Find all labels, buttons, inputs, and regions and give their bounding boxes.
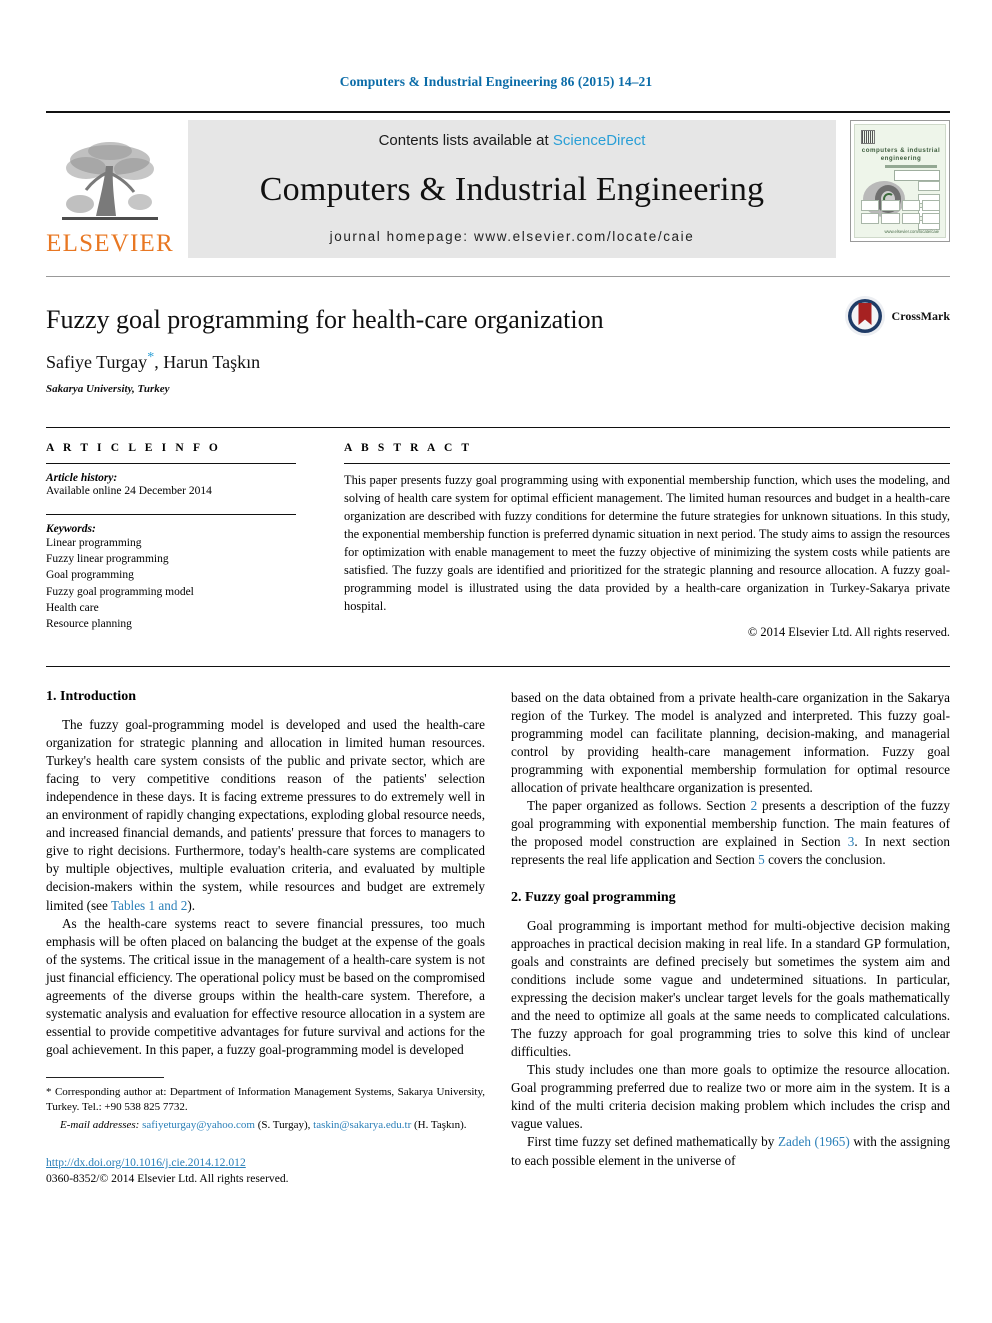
affiliation: Sakarya University, Turkey — [46, 382, 170, 395]
fgp-paragraph-3: First time fuzzy set defined mathematica… — [511, 1133, 950, 1169]
crossmark-badge[interactable]: CrossMark — [844, 295, 950, 337]
journal-cover-thumbnail[interactable]: computers & industrial engineering www.e… — [850, 120, 950, 242]
article-info-rule — [46, 462, 296, 464]
section-link-5[interactable]: 5 — [758, 852, 765, 867]
keywords-label: Keywords: — [46, 522, 96, 535]
keyword-item: Fuzzy linear programming — [46, 553, 169, 566]
journal-masthead: ELSEVIER Contents lists available at Sci… — [46, 111, 950, 258]
section-heading-fuzzy-goal-programming: 2. Fuzzy goal programming — [511, 889, 676, 905]
keyword-item: Resource planning — [46, 618, 132, 631]
article-history-label: Article history: — [46, 471, 118, 484]
right-column: based on the data obtained from a privat… — [511, 689, 950, 1188]
elsevier-tree-icon — [62, 142, 158, 220]
email-owner-1: (S. Turgay), — [254, 1118, 314, 1131]
abstract-copyright: © 2014 Elsevier Ltd. All rights reserved… — [747, 624, 950, 639]
crossmark-label: CrossMark — [891, 308, 950, 323]
right-p2-d: covers the conclusion. — [764, 852, 886, 868]
author-rest: , Harun Taşkın — [154, 351, 261, 372]
cover-bottom-boxes — [861, 200, 940, 224]
author-list: Safiye Turgay*, Harun Taşkın — [46, 350, 950, 373]
email-addresses-note: E-mail addresses: safiyeturgay@yahoo.com… — [46, 1118, 485, 1133]
keyword-item: Goal programming — [46, 569, 134, 582]
doi-link[interactable]: http://dx.doi.org/10.1016/j.cie.2014.12.… — [46, 1155, 485, 1171]
fgp-p3-a: First time fuzzy set defined mathematica… — [527, 1134, 778, 1150]
article-info-column: A R T I C L E I N F O Article history: A… — [46, 442, 320, 640]
abstract-rule — [344, 462, 950, 464]
intro-p1-text-a: The fuzzy goal-programming model is deve… — [46, 716, 485, 913]
journal-title: Computers & Industrial Engineering — [259, 171, 765, 209]
article-history-value: Available online 24 December 2014 — [46, 484, 212, 497]
keyword-list: Linear programming Fuzzy linear programm… — [46, 535, 296, 633]
fgp-paragraph-2: This study includes one than more goals … — [511, 1062, 950, 1132]
keywords-rule — [46, 513, 296, 515]
keyword-item: Health care — [46, 602, 99, 615]
email-owner-2: (H. Taşkın). — [411, 1118, 467, 1131]
section-heading-introduction: 1. Introduction — [46, 688, 136, 704]
tables-link[interactable]: Tables 1 and 2 — [111, 898, 187, 913]
right-paragraph-1: based on the data obtained from a privat… — [511, 689, 950, 796]
right-paragraph-2: The paper organized as follows. Section … — [511, 797, 950, 869]
journal-homepage[interactable]: journal homepage: www.elsevier.com/locat… — [330, 229, 695, 244]
doi-block: http://dx.doi.org/10.1016/j.cie.2014.12.… — [46, 1155, 485, 1188]
email-label: E-mail addresses: — [60, 1118, 140, 1131]
keyword-item: Linear programming — [46, 536, 142, 549]
cover-title: computers & industrial engineering — [861, 147, 941, 163]
abstract-heading: A B S T R A C T — [344, 441, 473, 454]
paper-page: Computers & Industrial Engineering 86 (2… — [0, 0, 992, 1323]
corresponding-author-note: * Corresponding author at: Department of… — [46, 1086, 485, 1114]
fgp-paragraph-1: Goal programming is important method for… — [511, 917, 950, 1060]
zadeh-citation-link[interactable]: Zadeh (1965) — [778, 1134, 850, 1149]
intro-p1-text-b: ). — [187, 897, 196, 913]
cover-barcode-icon — [861, 130, 875, 144]
cover-footer-url: www.elsevier.com/locate/caie — [884, 229, 939, 234]
contents-lists-line: Contents lists available at ScienceDirec… — [379, 132, 646, 149]
keyword-item: Fuzzy goal programming model — [46, 585, 194, 598]
sciencedirect-link[interactable]: ScienceDirect — [553, 132, 646, 149]
contents-prefix: Contents lists available at — [378, 132, 553, 149]
paper-title: Fuzzy goal programming for health-care o… — [46, 305, 604, 334]
crossmark-icon — [844, 296, 885, 336]
journal-banner: Contents lists available at ScienceDirec… — [188, 120, 836, 258]
article-info-heading: A R T I C L E I N F O — [46, 441, 221, 454]
elsevier-wordmark: ELSEVIER — [46, 230, 174, 257]
author-first: Safiye Turgay — [46, 351, 148, 372]
left-column: 1. Introduction The fuzzy goal-programmi… — [46, 689, 485, 1188]
right-p2-a: The paper organized as follows. Section — [527, 798, 751, 814]
cover-subtitle-bar — [885, 165, 937, 168]
abstract-text: This paper presents fuzzy goal programmi… — [344, 472, 950, 613]
body-columns: 1. Introduction The fuzzy goal-programmi… — [46, 665, 950, 1188]
elsevier-logo: ELSEVIER — [46, 120, 174, 258]
footnote-block: * Corresponding author at: Department of… — [46, 1077, 485, 1133]
intro-paragraph-1: The fuzzy goal-programming model is deve… — [46, 716, 485, 915]
email-link-2[interactable]: taskin@sakarya.edu.tr — [313, 1119, 411, 1131]
abstract-column: A B S T R A C T This paper presents fuzz… — [320, 442, 950, 640]
info-abstract-region: A R T I C L E I N F O Article history: A… — [46, 426, 950, 640]
title-block: Fuzzy goal programming for health-care o… — [46, 277, 950, 395]
email-link-1[interactable]: safiyeturgay@yahoo.com — [142, 1119, 255, 1131]
issn-copyright-line: 0360-8352/© 2014 Elsevier Ltd. All right… — [46, 1172, 289, 1186]
journal-reference: Computers & Industrial Engineering 86 (2… — [339, 74, 653, 89]
intro-paragraph-2: As the health-care systems react to seve… — [46, 915, 485, 1058]
